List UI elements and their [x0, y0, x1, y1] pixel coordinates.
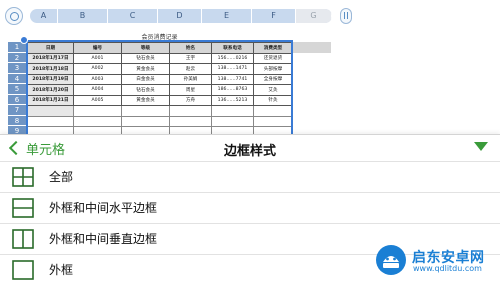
table-cell[interactable]: 2018年1月21日: [27, 94, 74, 106]
watermark: 启东安卓网 www.qdlitdu.com: [370, 243, 498, 277]
column-headers[interactable]: A B C D E F G: [30, 9, 332, 23]
table-row: 2018年1月20日 A004 钻石会员 周星 186……8763 艾灸: [27, 84, 293, 96]
table-header-cell[interactable]: 等级: [121, 42, 170, 54]
table-cell[interactable]: A003: [73, 73, 122, 85]
border-option-outer-horizontal[interactable]: 外框和中间水平边框: [0, 192, 500, 223]
table-cell[interactable]: 2018年1月18日: [27, 63, 74, 75]
empty-row: [27, 115, 293, 127]
row-header[interactable]: 3: [8, 63, 26, 74]
selection-handle[interactable]: [20, 36, 28, 44]
select-all-icon[interactable]: [5, 7, 23, 25]
table-row: 2018年1月17日 A001 钻石会员 王宇 156……0216 还货退货: [27, 52, 293, 64]
spreadsheet-area[interactable]: A B C D E F G 1 2 3 4 5 6 7 8 9 会员消费记录 日…: [0, 0, 500, 138]
table-title: 会员消费记录: [141, 34, 178, 41]
table-cell[interactable]: A001: [73, 52, 122, 64]
table-cell[interactable]: 头部按摩: [253, 63, 293, 75]
table-header-cell[interactable]: 联系电话: [211, 42, 254, 54]
column-header-c[interactable]: C: [108, 9, 158, 23]
empty-cell[interactable]: [253, 115, 293, 127]
empty-cell[interactable]: [211, 105, 254, 117]
table-row: 2018年1月21日 A005 黄金会员 方舟 136……5213 针灸: [27, 94, 293, 106]
border-option-label: 全部: [49, 170, 74, 184]
watermark-logo-icon: [376, 245, 406, 275]
table-header-cell[interactable]: 姓名: [169, 42, 212, 54]
empty-cell[interactable]: [121, 115, 170, 127]
table-header-cell[interactable]: 日期: [27, 42, 74, 54]
row-header[interactable]: 2: [8, 52, 26, 63]
table-cell[interactable]: A004: [73, 84, 122, 96]
table-cell[interactable]: 艾灸: [253, 84, 293, 96]
border-outer-horizontal-icon: [12, 198, 34, 218]
panel-header: 单元格 边框样式: [0, 135, 500, 161]
table-row: 2018年1月18日 A002 黄金会员 赵云 138……1471 头部按摩: [27, 63, 293, 75]
table-cell[interactable]: 2018年1月17日: [27, 52, 74, 64]
row-header[interactable]: 4: [8, 73, 26, 84]
table-header-cell[interactable]: 消费类型: [253, 42, 293, 54]
row-header[interactable]: 6: [8, 94, 26, 105]
table-cell[interactable]: 孙美娟: [169, 73, 212, 85]
records-table[interactable]: 日期 编号 等级 姓名 联系电话 消费类型 2018年1月17日 A001 钻石…: [27, 42, 293, 138]
panel-title: 边框样式: [223, 144, 276, 159]
empty-cell[interactable]: [73, 115, 122, 127]
column-header-a[interactable]: A: [30, 9, 58, 23]
border-outer-vertical-icon: [12, 229, 34, 249]
row-header[interactable]: 7: [8, 105, 26, 116]
empty-cell[interactable]: [27, 115, 74, 127]
table-cell[interactable]: 2018年1月20日: [27, 84, 74, 96]
empty-cell[interactable]: [169, 115, 212, 127]
table-cell[interactable]: A002: [73, 63, 122, 75]
table-row: 2018年1月19日 A003 白金会员 孙美娟 138……7741 全身按摩: [27, 73, 293, 85]
column-header-f[interactable]: F: [252, 9, 296, 23]
column-header-b[interactable]: B: [58, 9, 108, 23]
header-row-extension: [293, 42, 331, 53]
table-cell[interactable]: 黄金会员: [121, 63, 170, 75]
column-header-d[interactable]: D: [158, 9, 202, 23]
table-header-cell[interactable]: 编号: [73, 42, 122, 54]
column-header-g[interactable]: G: [296, 9, 332, 23]
empty-row: [27, 105, 293, 117]
empty-cell[interactable]: [121, 105, 170, 117]
table-cell[interactable]: 全身按摩: [253, 73, 293, 85]
back-button-label: 单元格: [26, 142, 66, 158]
border-all-icon: [12, 167, 34, 187]
table-cell[interactable]: 针灸: [253, 94, 293, 106]
table-cell[interactable]: 钻石会员: [121, 84, 170, 96]
border-option-label: 外框和中间水平边框: [49, 201, 158, 215]
border-option-label: 外框和中间垂直边框: [49, 232, 158, 246]
table-header-row: 日期 编号 等级 姓名 联系电话 消费类型: [27, 42, 293, 54]
empty-cell[interactable]: [211, 115, 254, 127]
border-option-all[interactable]: 全部: [0, 161, 500, 192]
row-header[interactable]: 8: [8, 115, 26, 126]
table-cell[interactable]: 138……1471: [211, 63, 254, 75]
border-outer-icon: [12, 260, 34, 280]
table-cell[interactable]: 周星: [169, 84, 212, 96]
back-to-cell-button[interactable]: 单元格: [8, 138, 65, 158]
watermark-url: www.qdlitdu.com: [413, 264, 482, 273]
freeze-columns-icon[interactable]: [340, 8, 352, 24]
border-option-label: 外框: [49, 263, 74, 277]
table-cell[interactable]: A005: [73, 94, 122, 106]
table-cell[interactable]: 还货退货: [253, 52, 293, 64]
table-cell[interactable]: 王宇: [169, 52, 212, 64]
table-cell[interactable]: 2018年1月19日: [27, 73, 74, 85]
row-header[interactable]: 5: [8, 84, 26, 95]
column-header-bar: A B C D E F G: [0, 0, 500, 28]
table-cell[interactable]: 136……5213: [211, 94, 254, 106]
chevron-left-icon: [8, 140, 24, 156]
table-cell[interactable]: 156……0216: [211, 52, 254, 64]
table-cell[interactable]: 钻石会员: [121, 52, 170, 64]
empty-cell[interactable]: [253, 105, 293, 117]
table-cell[interactable]: 138……7741: [211, 73, 254, 85]
table-cell[interactable]: 186……8763: [211, 84, 254, 96]
table-cell[interactable]: 赵云: [169, 63, 212, 75]
collapse-panel-icon[interactable]: [474, 142, 488, 151]
empty-cell[interactable]: [169, 105, 212, 117]
table-cell[interactable]: 黄金会员: [121, 94, 170, 106]
empty-cell[interactable]: [27, 105, 74, 117]
column-header-e[interactable]: E: [202, 9, 252, 23]
table-cell[interactable]: 白金会员: [121, 73, 170, 85]
empty-cell[interactable]: [73, 105, 122, 117]
row-header-bar: 1 2 3 4 5 6 7 8 9: [8, 42, 26, 137]
table-cell[interactable]: 方舟: [169, 94, 212, 106]
